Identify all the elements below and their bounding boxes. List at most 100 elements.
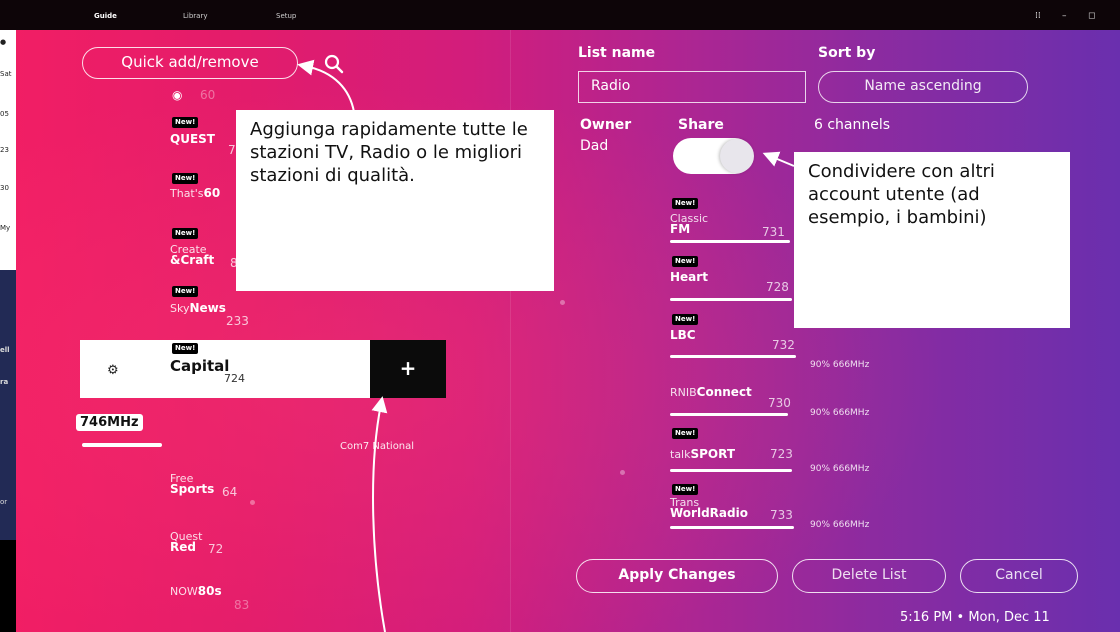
channel-name-thin: Create bbox=[170, 243, 207, 256]
strip-label: My bbox=[0, 224, 11, 232]
signal-info: 90% 666MHz bbox=[810, 360, 870, 370]
channel-item[interactable]: Free Sports bbox=[170, 473, 214, 495]
share-toggle-knob[interactable] bbox=[720, 139, 754, 173]
search-icon[interactable] bbox=[322, 52, 346, 76]
channel-name-thin: Quest bbox=[170, 530, 203, 543]
strip-label: 05 bbox=[0, 110, 9, 118]
channel-name-bold: Heart bbox=[670, 270, 708, 284]
channel-item[interactable]: QUEST bbox=[170, 132, 215, 146]
new-badge: New! bbox=[672, 198, 699, 209]
sort-by-select[interactable]: Name ascending bbox=[818, 71, 1028, 103]
signal-bar bbox=[670, 298, 792, 301]
selected-channel-number: 724 bbox=[224, 372, 245, 385]
channel-name-thin: RNIB bbox=[670, 386, 697, 399]
list-channel-item[interactable]: LBC bbox=[670, 328, 696, 342]
channel-item[interactable]: Create &Craft bbox=[170, 244, 214, 266]
list-channel-item[interactable]: Classic FM bbox=[670, 213, 708, 235]
tab-library[interactable]: Library bbox=[183, 12, 207, 20]
channel-number: 72 bbox=[208, 542, 224, 556]
channel-item[interactable]: Quest Red bbox=[170, 531, 202, 553]
add-channel-button[interactable]: + bbox=[370, 340, 446, 398]
cancel-button[interactable]: Cancel bbox=[960, 559, 1078, 593]
tab-guide[interactable]: Guide bbox=[94, 12, 117, 20]
gear-icon[interactable]: ⚙ bbox=[107, 363, 119, 378]
channel-number: 233 bbox=[226, 314, 249, 328]
quick-add-button[interactable]: Quick add/remove bbox=[82, 47, 298, 79]
channel-item[interactable]: That's60 bbox=[170, 186, 220, 200]
channel-number: 732 bbox=[772, 338, 795, 352]
bokeh-dot bbox=[250, 500, 255, 505]
new-badge: New! bbox=[172, 343, 199, 354]
owner-value: Dad bbox=[580, 138, 609, 154]
strip-label: or bbox=[0, 498, 8, 506]
apply-changes-button[interactable]: Apply Changes bbox=[576, 559, 778, 593]
list-name-input[interactable]: Radio bbox=[578, 71, 806, 103]
maximize-icon[interactable]: ◻ bbox=[1088, 11, 1095, 21]
new-badge: New! bbox=[172, 228, 199, 239]
strip-label: 23 bbox=[0, 146, 9, 154]
clock-status: 5:16 PM • Mon, Dec 11 bbox=[900, 610, 1050, 625]
channel-number: 733 bbox=[770, 508, 793, 522]
channel-name-thin: That's bbox=[170, 187, 204, 200]
signal-info: 90% 666MHz bbox=[810, 464, 870, 474]
list-channel-item[interactable]: Trans WorldRadio bbox=[670, 497, 748, 519]
signal-bar bbox=[670, 469, 792, 472]
channel-item[interactable]: ◉ bbox=[172, 88, 182, 102]
channel-number: 60 bbox=[200, 88, 216, 102]
sort-by-label: Sort by bbox=[818, 45, 876, 61]
bokeh-dot bbox=[560, 300, 565, 305]
channel-name-thin: Trans bbox=[670, 496, 700, 509]
channel-item[interactable]: NOW80s bbox=[170, 584, 222, 598]
new-badge: New! bbox=[172, 173, 199, 184]
signal-info: 90% 666MHz bbox=[810, 520, 870, 530]
top-bar bbox=[0, 0, 1120, 30]
grid-icon[interactable]: ⁞⁞ bbox=[1035, 11, 1041, 21]
list-channel-item[interactable]: Heart bbox=[670, 270, 708, 284]
arrow-share bbox=[762, 151, 795, 167]
callout-quick-add: Aggiunga rapidamente tutte le stazioni T… bbox=[236, 110, 554, 291]
tab-setup[interactable]: Setup bbox=[276, 12, 296, 20]
channel-name-bold: SPORT bbox=[690, 447, 736, 461]
delete-list-button[interactable]: Delete List bbox=[792, 559, 946, 593]
strip-label: ra bbox=[0, 378, 9, 386]
channel-number: 731 bbox=[762, 225, 785, 239]
list-channel-item[interactable]: RNIBConnect bbox=[670, 385, 752, 399]
channel-name-bold: Connect bbox=[696, 385, 752, 399]
bokeh-dot bbox=[620, 470, 625, 475]
channel-name-bold: News bbox=[189, 301, 226, 315]
channel-number: 728 bbox=[766, 280, 789, 294]
background-window-bottom bbox=[0, 540, 16, 632]
minimize-icon[interactable]: – bbox=[1062, 11, 1067, 21]
channel-number: 64 bbox=[222, 485, 238, 499]
signal-info: 90% 666MHz bbox=[810, 408, 870, 418]
new-badge: New! bbox=[172, 117, 199, 128]
app-background: Guide Library Setup ⁞⁞ – ◻ ● Sat 05 23 3… bbox=[0, 0, 1120, 632]
list-name-label: List name bbox=[578, 45, 656, 61]
channel-logo-icon: ◉ bbox=[172, 88, 183, 102]
signal-bar bbox=[670, 413, 788, 416]
strip-label: Sat bbox=[0, 70, 12, 78]
frequency-badge: 746MHz bbox=[76, 414, 143, 431]
signal-bar bbox=[670, 355, 796, 358]
signal-bar bbox=[670, 526, 794, 529]
channel-name-bold: LBC bbox=[670, 328, 696, 342]
arrow-add-channel bbox=[371, 396, 388, 632]
channel-name-thin: Free bbox=[170, 472, 194, 485]
list-channel-item[interactable]: talkSPORT bbox=[670, 447, 735, 461]
signal-bar bbox=[670, 240, 790, 243]
channel-name-thin: NOW bbox=[170, 585, 198, 598]
multiplex-name: Com7 National bbox=[340, 441, 415, 452]
new-badge: New! bbox=[672, 484, 699, 495]
strip-label: 30 bbox=[0, 184, 9, 192]
channel-number: 723 bbox=[770, 447, 793, 461]
channel-item[interactable]: SkyNews bbox=[170, 301, 226, 315]
strip-label: ell bbox=[0, 346, 10, 354]
callout-share: Condividere con altri account utente (ad… bbox=[794, 152, 1070, 328]
new-badge: New! bbox=[672, 428, 699, 439]
channel-name-bold: 80s bbox=[197, 584, 222, 598]
channel-count: 6 channels bbox=[814, 117, 891, 133]
strip-dot-icon: ● bbox=[0, 38, 7, 46]
channel-name-thin: Sky bbox=[170, 302, 190, 315]
channel-name-thin: talk bbox=[670, 448, 691, 461]
channel-number: 83 bbox=[234, 598, 250, 612]
